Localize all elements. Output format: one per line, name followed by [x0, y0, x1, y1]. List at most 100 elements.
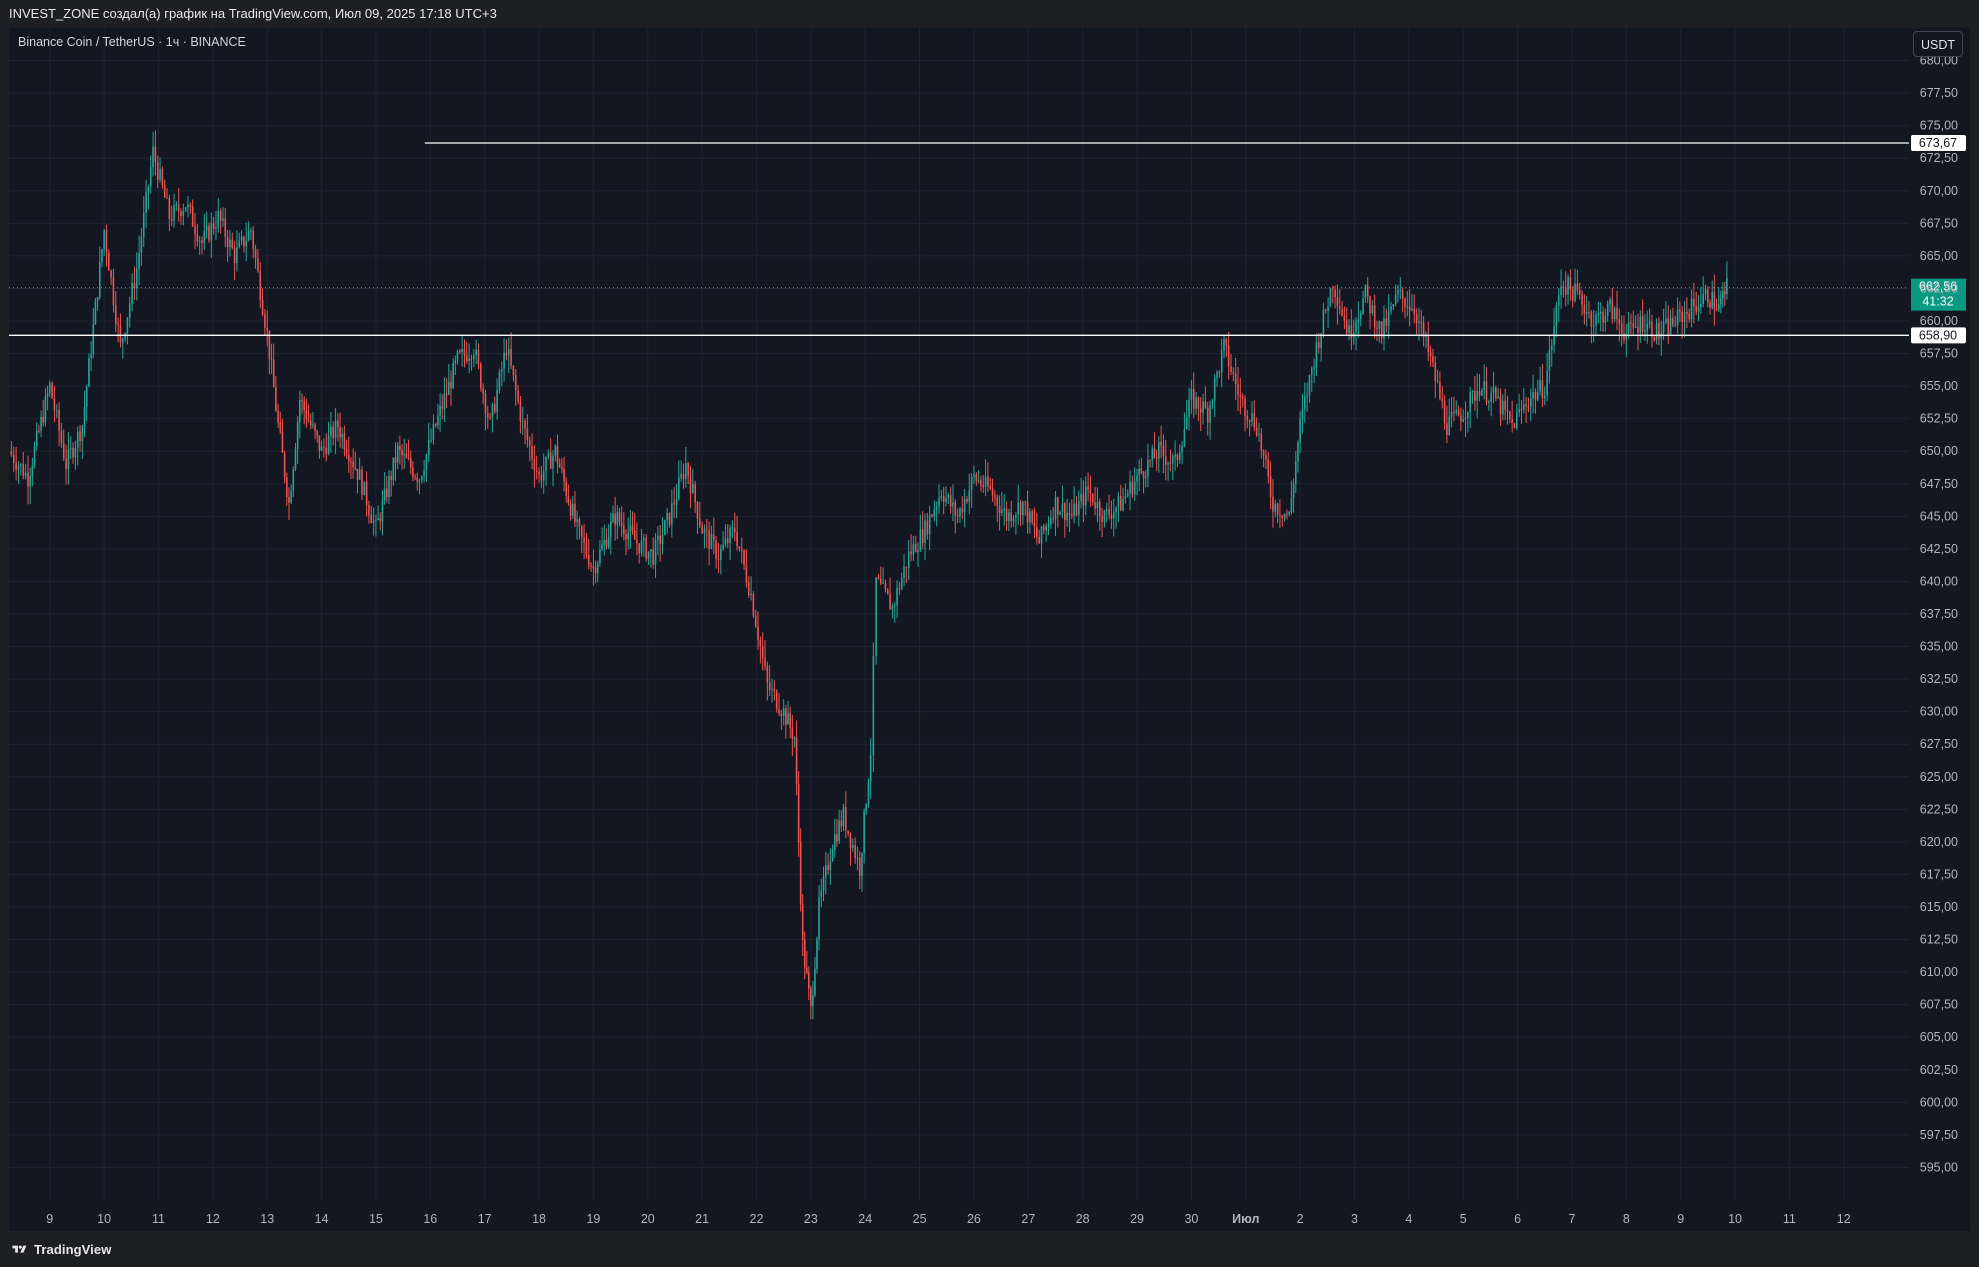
candle-up	[650, 549, 652, 568]
candle-body	[1539, 380, 1541, 392]
candle-up	[1040, 525, 1043, 559]
candle-body	[191, 206, 194, 227]
candle-body	[423, 470, 425, 477]
candle-body	[531, 446, 533, 460]
candle-up	[1015, 512, 1017, 535]
candle-up	[710, 525, 713, 550]
candle-up	[1178, 444, 1181, 464]
candle-up	[1455, 400, 1458, 416]
candle-body	[1241, 396, 1244, 399]
candle-body	[1401, 290, 1404, 299]
candle-body	[361, 469, 363, 495]
candle-body	[905, 566, 908, 568]
candle-body	[238, 240, 241, 247]
candle-body	[1390, 306, 1392, 312]
candle-body	[1126, 493, 1129, 496]
chart-area[interactable]: 662,56 41:32 673,67 658,90 595,00 597,50 600,…	[9, 28, 1970, 1231]
candle-body	[1676, 309, 1679, 326]
candle-down	[189, 202, 192, 215]
candle-up	[294, 442, 297, 471]
candle-up	[292, 466, 295, 498]
candle-body	[567, 495, 570, 504]
candle-body	[1094, 502, 1096, 509]
candle-body	[425, 454, 428, 471]
candle-up	[1174, 440, 1176, 471]
candle-body	[829, 860, 832, 871]
candle-body	[987, 476, 989, 487]
candle-body	[341, 433, 344, 438]
candle-up	[1213, 374, 1216, 417]
candle-up	[334, 407, 337, 455]
time-tick-label: 19	[586, 1212, 600, 1226]
candle-body	[1724, 291, 1726, 294]
price-tick-label: 600,00	[1920, 1095, 1958, 1109]
tradingview-logo[interactable]: TradingView	[10, 1242, 111, 1257]
candle-down	[224, 208, 227, 248]
candle-up	[290, 484, 292, 505]
price-tick-label: 595,00	[1920, 1160, 1958, 1174]
time-tick-label: 2	[1297, 1212, 1304, 1226]
candle-body	[587, 554, 590, 566]
candle-body	[1108, 509, 1110, 515]
candle-down	[780, 709, 783, 731]
candle-body	[1329, 288, 1332, 307]
candle-down	[766, 661, 769, 701]
candle-up	[1669, 309, 1672, 336]
candle-body	[277, 410, 279, 423]
candle-body	[76, 431, 79, 448]
candle-body	[938, 497, 940, 507]
candle-body	[1164, 455, 1167, 465]
candle-down	[905, 566, 908, 584]
candle-body	[386, 488, 388, 498]
candle-down	[1019, 499, 1022, 527]
candle-body	[1322, 309, 1325, 334]
candle-down	[1089, 475, 1092, 507]
candle-down	[1218, 370, 1221, 378]
candle-up	[1124, 483, 1127, 504]
candle-body	[636, 539, 638, 544]
candle-down	[1350, 309, 1353, 350]
candle-down	[1230, 354, 1232, 376]
candle-up	[963, 488, 966, 528]
candle-up	[851, 838, 854, 852]
candle-up	[1322, 302, 1325, 338]
time-tick-label: 9	[46, 1212, 53, 1226]
candle-body	[680, 474, 682, 478]
currency-button[interactable]: USDT	[1913, 31, 1963, 57]
candle-down	[22, 451, 25, 480]
price-chart[interactable]: 662,5641:32673,67658,90 595,00597,50600,…	[9, 28, 1970, 1231]
candle-body	[1136, 475, 1138, 482]
candle-body	[1122, 498, 1124, 511]
candle-down	[689, 465, 692, 508]
candle-up	[896, 580, 898, 619]
candle-down	[303, 396, 305, 425]
candle-up	[1112, 498, 1115, 537]
candle-body	[935, 506, 938, 510]
candle-down	[1620, 315, 1623, 347]
candle-down	[775, 689, 778, 713]
candle-up	[1448, 398, 1451, 436]
candle-up	[1613, 306, 1616, 323]
candle-body	[921, 529, 924, 544]
candle-body	[1446, 423, 1448, 436]
candle-body	[738, 546, 741, 549]
candle-up	[145, 180, 147, 228]
candle-up	[703, 524, 706, 549]
candle-up	[1529, 388, 1532, 422]
candle-down	[1373, 294, 1376, 339]
candle-body	[1485, 381, 1488, 402]
price-tick-label: 670,00	[1920, 184, 1958, 198]
candle-body	[620, 522, 623, 526]
candle-down	[759, 636, 762, 664]
candle-body	[44, 396, 47, 423]
candle-body	[816, 938, 818, 969]
time-tick-label: 17	[478, 1212, 492, 1226]
candle-body	[441, 406, 444, 409]
candle-body	[1033, 522, 1036, 528]
candle-body	[671, 503, 673, 525]
candle-down	[889, 577, 891, 610]
candle-up	[657, 525, 659, 556]
candle-down	[583, 523, 585, 560]
candle-body	[365, 481, 368, 506]
candle-down	[1527, 397, 1530, 413]
